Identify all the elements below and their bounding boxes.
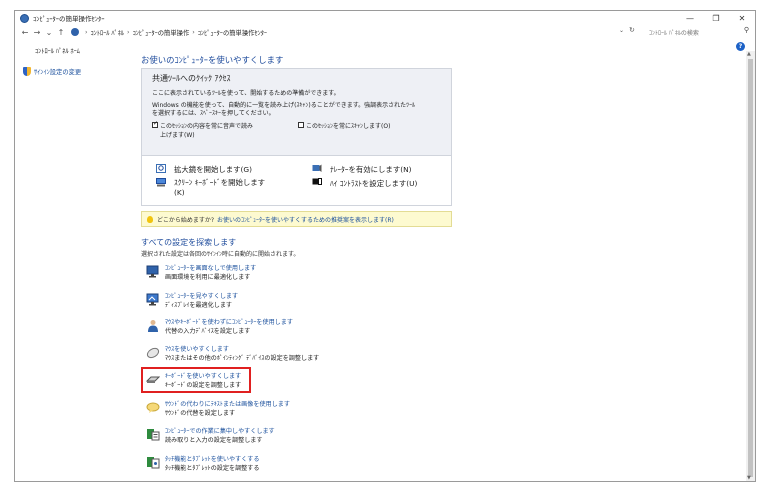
read-aloud-label-line1: このｾｯｼｮﾝの内容を常に音声で読み [160,123,254,130]
enable-narrator-button[interactable]: ﾅﾚｰﾀｰを有効にします(N) [312,164,412,175]
scan-checkbox[interactable]: このｾｯｼｮﾝを常にｽｷｬﾝします(O) [298,121,390,130]
settings-item-desc: ﾃﾞｨｽﾌﾟﾚｲを最適化します [165,302,233,309]
mouse-icon [146,347,160,359]
onscreen-keyboard-icon [156,178,166,187]
recommendation-hint: どこから始めますか? お使いのｺﾝﾋﾟｭｰﾀｰを使いやすくするための推奨案を表示… [141,211,452,227]
settings-item-no-display[interactable]: ｺﾝﾋﾟｭｰﾀｰを画面なしで使用します 画面環境を利用に最適化します [146,264,256,282]
enable-narrator-label: ﾅﾚｰﾀｰを有効にします(N) [330,165,412,174]
checkbox-unchecked-icon [298,122,304,128]
recent-locations-button[interactable]: ⌄ [43,28,55,37]
search-input[interactable]: ｺﾝﾄﾛｰﾙ ﾊﾟﾈﾙの検索 ⚲ [641,26,749,38]
close-button[interactable]: ✕ [729,11,755,25]
settings-item-link[interactable]: ｺﾝﾋﾟｭｰﾀｰを見やすくします [165,292,238,301]
start-onscreen-keyboard-button[interactable]: ｽｸﾘｰﾝ ｷｰﾎﾞｰﾄﾞを開始します (K) [156,178,265,198]
settings-item-link[interactable]: ﾏｳｽやｷｰﾎﾞｰﾄﾞを使わずにｺﾝﾋﾟｭｰﾀｰを使用します [165,318,293,327]
breadcrumb-separator: › [127,28,130,36]
focus-tasks-icon [147,429,160,441]
vertical-scrollbar[interactable]: ▲ ▼ [746,51,755,481]
breadcrumb-ease-of-access[interactable]: ｺﾝﾋﾟｭｰﾀｰの簡単操作 [133,28,190,37]
minimize-button[interactable]: — [677,11,703,25]
onscreen-keyboard-label-line1: ｽｸﾘｰﾝ ｷｰﾎﾞｰﾄﾞを開始します [174,178,266,187]
quick-access-heading: 共通ﾂｰﾙへのｸｲｯｸ ｱｸｾｽ [152,74,231,83]
settings-item-alternative-input[interactable]: ﾏｳｽやｷｰﾎﾞｰﾄﾞを使わずにｺﾝﾋﾟｭｰﾀｰを使用します 代替の入力ﾃﾞﾊﾞ… [146,318,293,336]
high-contrast-icon [312,178,322,185]
hint-question: どこから始めますか? [157,216,215,224]
settings-item-desc: 画面環境を利用に最適化します [165,274,251,281]
settings-item-desc: 代替の入力ﾃﾞﾊﾞｲｽを設定します [165,328,251,335]
breadcrumb-ease-of-access-center[interactable]: ｺﾝﾋﾟｭｰﾀｰの簡単操作ｾﾝﾀｰ [198,28,267,37]
page-title: お使いのｺﾝﾋﾟｭｰﾀｰを使いやすくします [141,55,284,65]
settings-item-touch-tablet[interactable]: ﾀｯﾁ機能とﾀﾌﾞﾚｯﾄを使いやすくする ﾀｯﾁ機能とﾀﾌﾞﾚｯﾄの設定を調整す… [146,455,259,473]
scroll-down-icon[interactable]: ▼ [747,475,751,481]
breadcrumb: › ｺﾝﾄﾛｰﾙ ﾊﾟﾈﾙ › ｺﾝﾋﾟｭｰﾀｰの簡単操作 › ｺﾝﾋﾟｭｰﾀｰ… [71,28,267,37]
settings-item-desc: ﾀｯﾁ機能とﾀﾌﾞﾚｯﾄの設定を調整する [165,465,260,472]
address-dropdown-icon[interactable]: ⌄ [619,27,624,34]
scan-label: このｾｯｼｮﾝを常にｽｷｬﾝします(O) [306,123,391,130]
high-contrast-label: ﾊｲ ｺﾝﾄﾗｽﾄを設定します(U) [330,179,418,188]
address-bar: ← → ⌄ ↑ › ｺﾝﾄﾛｰﾙ ﾊﾟﾈﾙ › ｺﾝﾋﾟｭｰﾀｰの簡単操作 › … [15,25,755,39]
highlight-box [141,367,251,393]
sidebar: ｺﾝﾄﾛｰﾙ ﾊﾟﾈﾙ ﾎｰﾑ ｻｲﾝｲﾝ設定の変更 [15,39,135,481]
speech-bubble-icon [146,402,160,413]
search-icon[interactable]: ⚲ [744,26,749,34]
help-icon[interactable]: ? [736,42,745,51]
settings-item-sound-alternatives[interactable]: ｻｳﾝﾄﾞの代わりにﾃｷｽﾄまたは画像を使用します ｻｳﾝﾄﾞの代替を設定します [146,400,290,418]
lightbulb-icon [147,215,153,223]
settings-item-link[interactable]: ｻｳﾝﾄﾞの代わりにﾃｷｽﾄまたは画像を使用します [165,400,290,409]
quick-access-description: ここに表示されているﾂｰﾙを使って、開始するための準備ができます。 [152,90,340,97]
start-magnifier-button[interactable]: 拡大鏡を開始します(G) [156,164,252,175]
settings-item-link[interactable]: ｺﾝﾋﾟｭｰﾀｰでの作業に集中しやすくします [165,427,275,436]
sidebar-signin-label: ｻｲﾝｲﾝ設定の変更 [34,69,82,76]
tablet-icon [147,457,160,469]
settings-item-link[interactable]: ﾀｯﾁ機能とﾀﾌﾞﾚｯﾄを使いやすくする [165,455,259,464]
scroll-up-icon[interactable]: ▲ [747,51,751,57]
settings-item-desc: ﾏｳｽまたはその他のﾎﾟｲﾝﾃｨﾝｸﾞ ﾃﾞﾊﾞｲｽの設定を調整します [165,355,320,362]
settings-item-easier-to-see[interactable]: ｺﾝﾋﾟｭｰﾀｰを見やすくします ﾃﾞｨｽﾌﾟﾚｲを最適化します [146,292,238,310]
monitor-icon [146,265,159,278]
onscreen-keyboard-label-line2: (K) [174,188,185,197]
settings-item-link[interactable]: ﾏｳｽを使いやすくします [165,345,319,354]
settings-item-mouse[interactable]: ﾏｳｽを使いやすくします ﾏｳｽまたはその他のﾎﾟｲﾝﾃｨﾝｸﾞ ﾃﾞﾊﾞｲｽの… [146,345,319,363]
sidebar-signin-settings[interactable]: ｻｲﾝｲﾝ設定の変更 [23,67,81,76]
quick-tools-area: 拡大鏡を開始します(G) ｽｸﾘｰﾝ ｷｰﾎﾞｰﾄﾞを開始します (K) ﾅﾚｰ… [142,155,451,205]
settings-item-focus-tasks[interactable]: ｺﾝﾋﾟｭｰﾀｰでの作業に集中しやすくします 読み取りと入力の設定を調整します [146,427,275,445]
window: ｺﾝﾋﾟｭｰﾀｰの簡単操作ｾﾝﾀｰ — ❐ ✕ ← → ⌄ ↑ › ｺﾝﾄﾛｰﾙ… [14,10,756,482]
back-button[interactable]: ← [19,28,31,37]
settings-item-desc: ｻｳﾝﾄﾞの代替を設定します [165,410,236,417]
read-aloud-checkbox[interactable]: このｾｯｼｮﾝの内容を常に音声で読み 上げます(W) [152,120,254,139]
search-placeholder: ｺﾝﾄﾛｰﾙ ﾊﾟﾈﾙの検索 [649,29,699,37]
explore-settings-subtitle: 選択された設定は各回のｻｲﾝｲﾝ時に自動的に開始されます。 [141,251,300,258]
explore-settings-heading: すべての設定を探索します [141,238,237,247]
person-icon [148,320,158,332]
sidebar-control-panel-home[interactable]: ｺﾝﾄﾛｰﾙ ﾊﾟﾈﾙ ﾎｰﾑ [35,46,80,55]
quick-access-panel: 共通ﾂｰﾙへのｸｲｯｸ ｱｸｾｽ ここに表示されているﾂｰﾙを使って、開始するた… [141,68,452,206]
breadcrumb-separator: › [85,28,88,36]
start-magnifier-label: 拡大鏡を開始します(G) [174,165,253,174]
refresh-button[interactable]: ↻ [629,26,635,34]
settings-item-desc: 読み取りと入力の設定を調整します [165,437,263,444]
up-button[interactable]: ↑ [55,28,67,37]
display-icon [146,293,159,306]
window-title: ｺﾝﾋﾟｭｰﾀｰの簡単操作ｾﾝﾀｰ [33,15,105,23]
maximize-button[interactable]: ❐ [703,11,729,25]
forward-button[interactable]: → [31,28,43,37]
shield-icon [23,67,31,76]
settings-item-link[interactable]: ｺﾝﾋﾟｭｰﾀｰを画面なしで使用します [165,264,256,273]
checkbox-checked-icon [152,120,158,128]
scan-description-line2: を選択するには、ｽﾍﾟｰｽｷｰを押してください。 [152,110,275,117]
magnifier-icon [156,164,166,173]
scroll-thumb[interactable] [748,59,753,477]
narrator-icon [312,164,322,172]
high-contrast-button[interactable]: ﾊｲ ｺﾝﾄﾗｽﾄを設定します(U) [312,178,417,189]
control-panel-icon [71,28,79,36]
breadcrumb-separator: › [192,28,195,36]
title-bar: ｺﾝﾋﾟｭｰﾀｰの簡単操作ｾﾝﾀｰ — ❐ ✕ [15,11,755,25]
recommendations-link[interactable]: お使いのｺﾝﾋﾟｭｰﾀｰを使いやすくするための推奨案を表示します(R) [217,215,394,224]
ease-of-access-icon [20,13,29,23]
read-aloud-label-line2: 上げます(W) [160,132,195,139]
breadcrumb-control-panel[interactable]: ｺﾝﾄﾛｰﾙ ﾊﾟﾈﾙ [91,28,125,37]
